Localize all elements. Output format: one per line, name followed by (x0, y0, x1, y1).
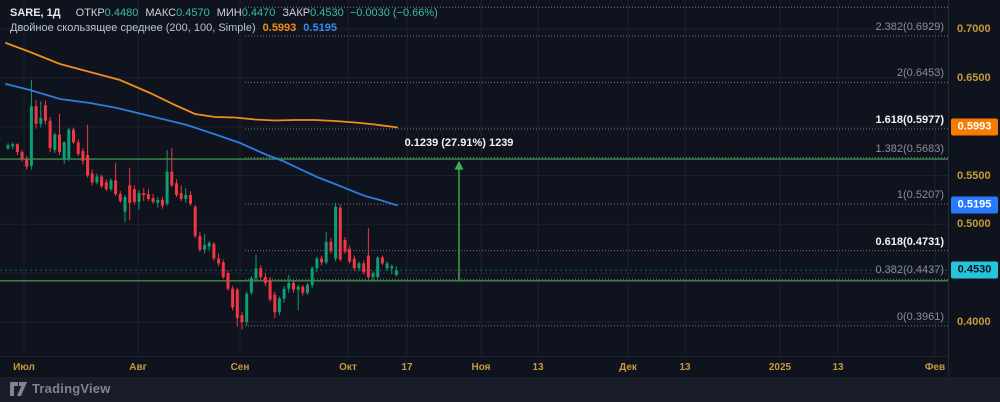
time-axis-label: 13 (532, 362, 544, 373)
low-label: МИН (216, 7, 242, 19)
time-axis-label: 17 (401, 362, 413, 373)
time-axis-label: 13 (832, 362, 844, 373)
chart-canvas[interactable]: SARE, 1Д ОТКР0.4480 МАКС0.4570 МИН0.4470 ЗАК… (0, 0, 948, 356)
tradingview-logo[interactable]: TradingView (10, 381, 111, 396)
time-axis-label: Окт (339, 362, 357, 373)
price-axis[interactable]: 0.7000 0.6500 0.5500 0.5000 0.4000 0.5993 0.51… (948, 0, 1000, 377)
indicator-title[interactable]: Двойное скользящее среднее (200, 100, Si… (10, 22, 256, 34)
tradingview-icon (10, 381, 27, 396)
ma100-value: 0.5195 (303, 22, 337, 34)
high-label: МАКС (145, 7, 177, 19)
time-axis-label: 2025 (768, 362, 792, 373)
fib-level-label-0.382: 0.382(0.4437) (875, 264, 945, 277)
time-axis-label: 13 (679, 362, 691, 373)
low-value: 0.4470 (241, 7, 276, 19)
symbol-title[interactable]: SARE, 1Д (10, 7, 61, 19)
price-axis-label: 0.7000 (957, 23, 991, 35)
time-axis-label: Сен (230, 362, 250, 373)
close-value: 0.4530 (310, 7, 344, 19)
legend-ohlc-row[interactable]: SARE, 1Д ОТКР0.4480 МАКС0.4570 МИН0.4470 ЗАК… (10, 6, 438, 21)
footer-bar: TradingView (0, 377, 1000, 402)
change-value: −0.0030 (−0.66%) (349, 7, 438, 19)
fib-level-label-0: 0(0.3961) (896, 310, 944, 323)
time-axis-label: Фев (924, 362, 946, 373)
tradingview-chart-app: SARE, 1Д ОТКР0.4480 МАКС0.4570 МИН0.4470 ЗАК… (0, 0, 1000, 402)
close-label: ЗАКР (282, 7, 311, 19)
fib-level-label-1.382: 1.382(0.5683) (875, 142, 945, 155)
high-value: 0.4570 (176, 7, 210, 19)
fib-level-label-0.618: 0.618(0.4731) (875, 235, 945, 248)
time-axis[interactable]: Июл Авг Сен Окт 17 Ноя 13 Дек 13 2025 13 Фев (0, 356, 948, 377)
fib-level-label-2.382: 2.382(0.6929) (875, 20, 945, 33)
time-axis-label: Июл (13, 362, 35, 373)
fib-level-label-1.618: 1.618(0.5977) (875, 113, 945, 126)
price-axis-label: 0.5500 (957, 169, 991, 182)
price-badge-ma100: 0.5195 (951, 196, 998, 214)
measure-label: 0.1239 (27.91%) 1239 (404, 136, 514, 149)
price-axis-label: 0.5000 (957, 218, 991, 231)
time-axis-label: Дек (619, 362, 637, 373)
open-label: ОТКР (75, 7, 105, 19)
fib-level-label-1: 1(0.5207) (896, 189, 944, 202)
plot-svg (0, 0, 948, 355)
chart-legend: SARE, 1Д ОТКР0.4480 МАКС0.4570 МИН0.4470 ЗАК… (10, 6, 438, 36)
price-axis-label: 0.4000 (957, 316, 991, 328)
ma200-value: 0.5993 (262, 22, 297, 34)
time-axis-label: Ноя (471, 362, 491, 373)
price-badge-price: 0.4530 (951, 261, 998, 279)
open-value: 0.4480 (104, 7, 139, 19)
price-axis-label: 0.6500 (957, 71, 991, 84)
legend-indicator-row[interactable]: Двойное скользящее среднее (200, 100, Si… (10, 21, 438, 36)
tradingview-logo-text: TradingView (32, 381, 111, 396)
time-axis-label: Авг (129, 362, 147, 373)
fib-level-label-2: 2(0.6453) (896, 67, 944, 80)
price-badge-ma200: 0.5993 (951, 118, 998, 136)
